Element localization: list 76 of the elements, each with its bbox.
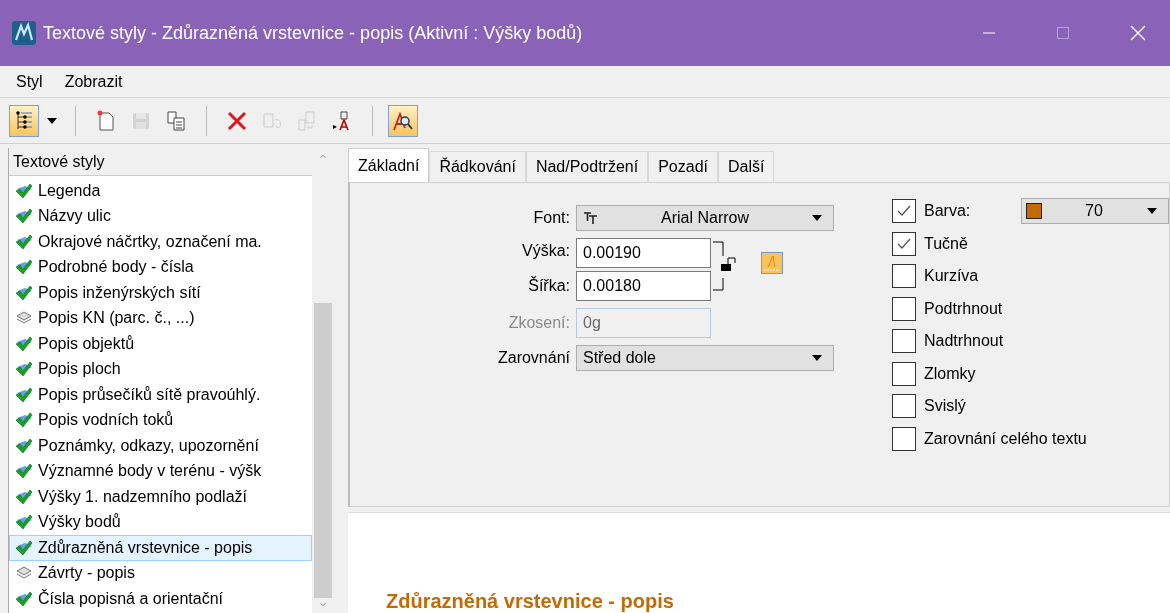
field-label: Font: (532, 209, 570, 227)
checkbox-label[interactable]: Kurzíva (924, 267, 1014, 285)
checkbox-label[interactable]: Zlomky (924, 364, 1014, 383)
checkbox-label[interactable]: Barva: (924, 202, 1014, 220)
preview-text: Zdůrazněná vrstevnice - popis (386, 590, 674, 613)
checkmark-icon (15, 233, 33, 250)
dropdown-arrow-icon (811, 354, 823, 362)
checkbox[interactable] (892, 296, 916, 321)
font-icon (583, 211, 599, 225)
dropdown-arrow-icon (811, 214, 823, 222)
app-icon (11, 20, 37, 46)
alignment-dropdown[interactable]: Střed dole (576, 345, 834, 371)
style-list-item[interactable]: Legenda (9, 178, 312, 204)
style-list-item[interactable]: Výšky bodů (9, 509, 312, 535)
checkmark-icon (15, 335, 33, 352)
checkbox[interactable] (892, 264, 916, 288)
style-list-item[interactable]: Okrajové náčrtky, označení ma. (9, 229, 312, 255)
style-list-item[interactable]: Popis průsečíků sítě pravoúhlý. (9, 382, 312, 408)
tab[interactable]: Další (717, 151, 775, 182)
tab[interactable]: Základní (348, 148, 430, 182)
checkbox[interactable] (892, 394, 916, 418)
checkbox-label[interactable]: Zarovnání celého textu (924, 429, 1087, 448)
tab[interactable]: Pozadí (648, 151, 718, 182)
checkbox[interactable] (892, 199, 916, 223)
style-list-item[interactable]: Popis KN (parc. č., ...) (9, 305, 312, 331)
menu-item[interactable]: Zobrazit (60, 72, 127, 91)
checkbox[interactable] (892, 329, 916, 353)
field-label: Zkosení: (507, 314, 570, 332)
field-label: Zarovnání (496, 349, 570, 367)
checkbox-label[interactable]: Svislý (924, 397, 1014, 415)
checkbox[interactable] (892, 361, 916, 386)
font-dropdown[interactable]: Arial Narrow (576, 205, 834, 231)
style-list-item[interactable]: Zdůrazněná vrstevnice - popis (9, 535, 312, 561)
checkmark-icon (15, 259, 33, 276)
checkmark-icon (15, 361, 33, 378)
style-list-item[interactable]: Popis objektů (9, 331, 312, 357)
checkbox-label[interactable]: Nadtrhnout (924, 332, 1014, 350)
checkbox-label[interactable]: Tučně (924, 234, 1014, 253)
checkmark-icon (15, 182, 33, 199)
style-list-item[interactable]: Poznámky, odkazy, upozornění (9, 433, 312, 459)
color-dropdown[interactable]: 70 (1021, 198, 1169, 224)
style-list-item[interactable]: Názvy ulic (9, 203, 312, 229)
menu-item[interactable]: Styl (12, 72, 47, 91)
checkmark-icon (15, 437, 33, 454)
tab[interactable]: Nad/Podtržení (525, 151, 649, 182)
field-label: Šířka: (527, 277, 570, 295)
style-list-item[interactable]: Popis ploch (9, 356, 312, 382)
checkbox-label[interactable]: Podtrhnout (924, 299, 1014, 318)
style-list-item[interactable]: Popis inženýrských sítí (9, 280, 312, 306)
style-list-item[interactable]: Významné body v terénu - výšk (9, 458, 312, 484)
tab[interactable]: Řádkování (429, 151, 526, 182)
style-list-item[interactable]: Výšky 1. nadzemního podlaží (9, 484, 312, 510)
style-list-item[interactable]: Podrobné body - čísla (9, 254, 312, 280)
style-list-item[interactable]: Závrty - popis (9, 560, 312, 586)
checkmark-icon (15, 386, 33, 403)
checkbox[interactable] (892, 231, 916, 256)
checkmark-icon (15, 488, 33, 505)
checkmark-icon (15, 514, 33, 531)
height-field[interactable]: 0.00190 (576, 238, 711, 268)
checkbox[interactable] (892, 426, 916, 451)
style-list-item[interactable]: Popis vodních toků (9, 407, 312, 433)
checkmark-icon (15, 463, 33, 480)
checkmark-icon (15, 590, 33, 607)
check-icon (897, 205, 911, 217)
field-label: Výška: (521, 242, 570, 260)
check-icon (897, 237, 911, 250)
checkmark-icon (15, 284, 33, 301)
checkmark-icon (15, 412, 33, 429)
width-field[interactable]: 0.00180 (576, 271, 711, 301)
checkmark-icon (15, 539, 33, 556)
style-list-item[interactable]: Čísla popisná a orientační (9, 586, 312, 612)
close-icon[interactable] (1130, 25, 1146, 41)
list-header: Textové styly (9, 148, 312, 176)
window-title: Textové styly - Zdůrazněná vrstevnice - popis (Aktivní : Výšky bodů) (43, 22, 584, 44)
checkmark-icon (15, 208, 33, 225)
dropdown-arrow-icon (1146, 207, 1158, 215)
